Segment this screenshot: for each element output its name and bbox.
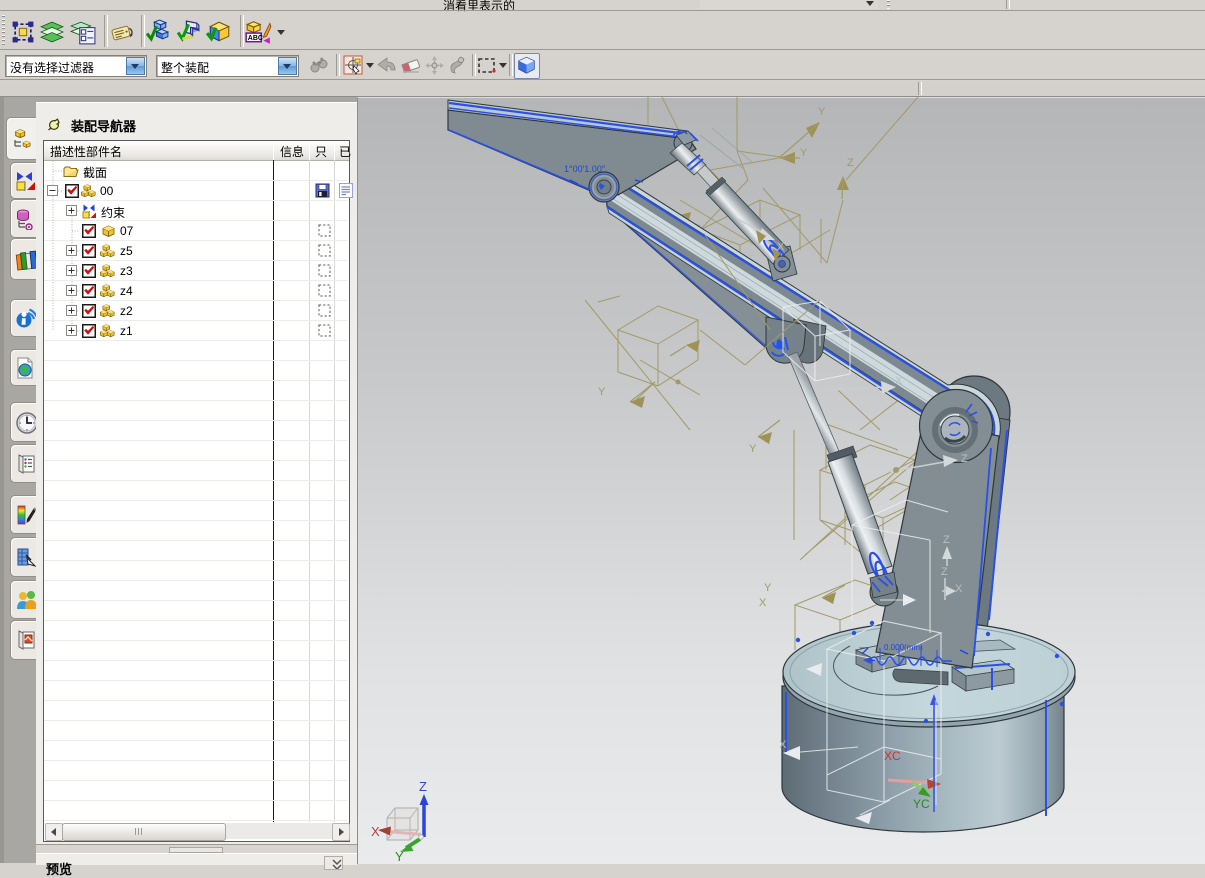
svg-text:1°00′1.00″: 1°00′1.00″ <box>564 164 606 174</box>
svg-text:Z: Z <box>941 566 948 578</box>
svg-text:XC: XC <box>884 749 901 763</box>
svg-text:Y: Y <box>598 386 606 398</box>
svg-text:X: X <box>371 824 380 839</box>
svg-text:Y: Y <box>749 443 757 455</box>
svg-text:ABC: ABC <box>248 35 263 42</box>
svg-text:Y: Y <box>764 582 772 594</box>
svg-text:X: X <box>955 583 963 595</box>
svg-text:Z: Z <box>943 534 950 546</box>
svg-text:Y: Y <box>800 147 808 159</box>
svg-text:Y: Y <box>395 849 404 863</box>
svg-text:Y: Y <box>818 106 826 118</box>
svg-text:0.000(mm): 0.000(mm) <box>884 643 923 652</box>
svg-text:YC: YC <box>913 797 930 811</box>
svg-text:X: X <box>895 375 903 387</box>
svg-text:X: X <box>777 241 785 253</box>
svg-text:X: X <box>779 739 787 751</box>
svg-text:Z: Z <box>419 779 427 794</box>
svg-text:Z: Z <box>847 157 854 169</box>
svg-text:Z: Z <box>961 453 968 465</box>
svg-text:X: X <box>759 597 767 609</box>
